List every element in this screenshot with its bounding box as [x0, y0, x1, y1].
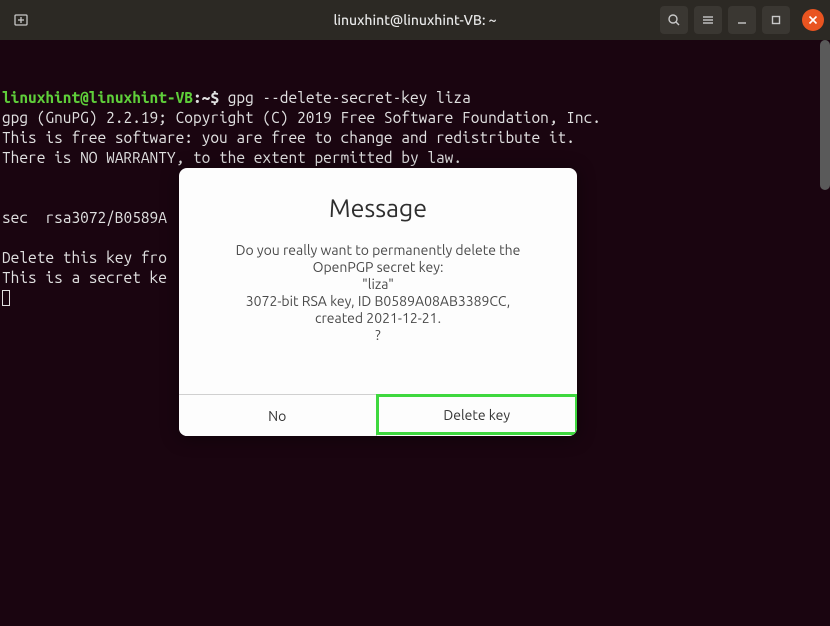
dialog-message: Do you really want to permanently delete… [201, 242, 555, 344]
output-line: sec rsa3072/B0589A [2, 209, 167, 226]
close-button[interactable] [802, 9, 824, 31]
dialog-line: Do you really want to permanently delete… [201, 242, 555, 259]
output-line: gpg (GnuPG) 2.2.19; Copyright (C) 2019 F… [2, 109, 601, 126]
dialog-title: Message [201, 194, 555, 222]
window-title: linuxhint@linuxhint-VB: ~ [333, 12, 496, 28]
new-tab-button[interactable] [6, 5, 36, 35]
output-line: This is a secret ke [2, 269, 167, 286]
dialog-line: 3072-bit RSA key, ID B0589A08AB3389CC, [201, 293, 555, 310]
dialog-body: Message Do you really want to permanentl… [179, 168, 577, 394]
titlebar-left [6, 5, 36, 35]
dialog-line: OpenPGP secret key: [201, 259, 555, 276]
dialog-line: ? [201, 327, 555, 344]
maximize-button[interactable] [762, 6, 790, 34]
titlebar: linuxhint@linuxhint-VB: ~ [0, 0, 830, 40]
delete-key-button[interactable]: Delete key [376, 394, 578, 435]
output-line: This is free software: you are free to c… [2, 129, 575, 146]
prompt-user: linuxhint@linuxhint-VB [2, 89, 193, 106]
output-line: Delete this key fro [2, 249, 167, 266]
dialog-buttons: No Delete key [179, 394, 577, 436]
titlebar-right [660, 6, 824, 34]
dialog-line: "liza" [201, 276, 555, 293]
dialog-line: created 2021-12-21. [201, 310, 555, 327]
menu-button[interactable] [694, 6, 722, 34]
search-button[interactable] [660, 6, 688, 34]
confirm-dialog: Message Do you really want to permanentl… [179, 168, 577, 436]
prompt-path: :~$ [193, 89, 228, 106]
minimize-button[interactable] [728, 6, 756, 34]
no-button[interactable]: No [179, 395, 377, 436]
scrollbar[interactable] [820, 40, 830, 190]
output-line: There is NO WARRANTY, to the extent perm… [2, 149, 462, 166]
command-text: gpg --delete-secret-key liza [228, 89, 471, 106]
cursor [2, 290, 10, 306]
